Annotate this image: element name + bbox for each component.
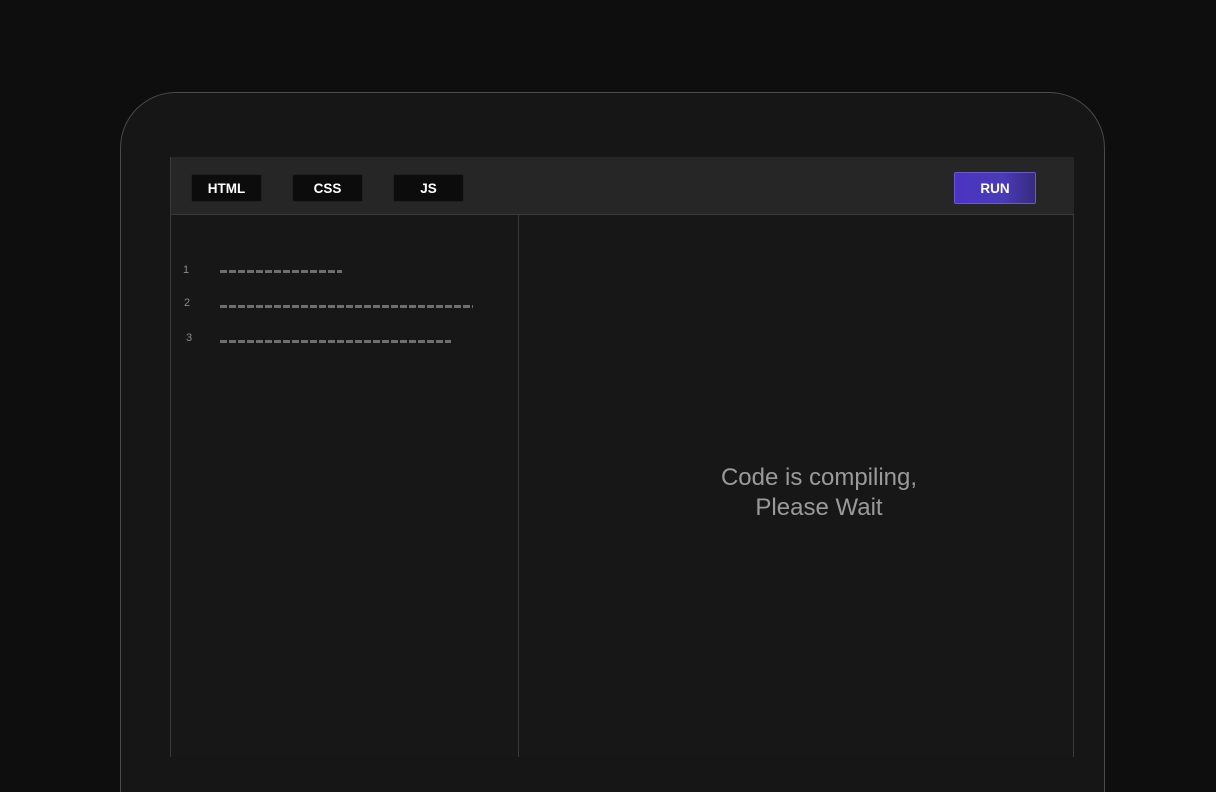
compiling-message-line2: Please Wait xyxy=(755,494,883,521)
code-placeholder xyxy=(220,340,451,343)
compiling-message-line1: Code is compiling, xyxy=(720,464,918,491)
tab-js[interactable]: JS xyxy=(393,174,464,202)
line-number: 3 xyxy=(186,332,193,344)
code-editor: HTML CSS JS RUN 1 2 3 Code is compiling,… xyxy=(170,157,1074,757)
tab-css[interactable]: CSS xyxy=(292,174,363,202)
code-placeholder xyxy=(220,270,342,273)
code-placeholder xyxy=(220,305,473,308)
line-number: 1 xyxy=(183,264,190,276)
line-number: 2 xyxy=(184,297,191,309)
code-pane[interactable]: 1 2 3 xyxy=(171,215,519,757)
run-button[interactable]: RUN xyxy=(954,172,1036,204)
compiling-message: Code is compiling, Please Wait xyxy=(519,463,1119,523)
editor-toolbar: HTML CSS JS RUN xyxy=(171,157,1074,215)
preview-pane: Code is compiling, Please Wait xyxy=(519,215,1074,757)
tab-html[interactable]: HTML xyxy=(191,174,262,202)
